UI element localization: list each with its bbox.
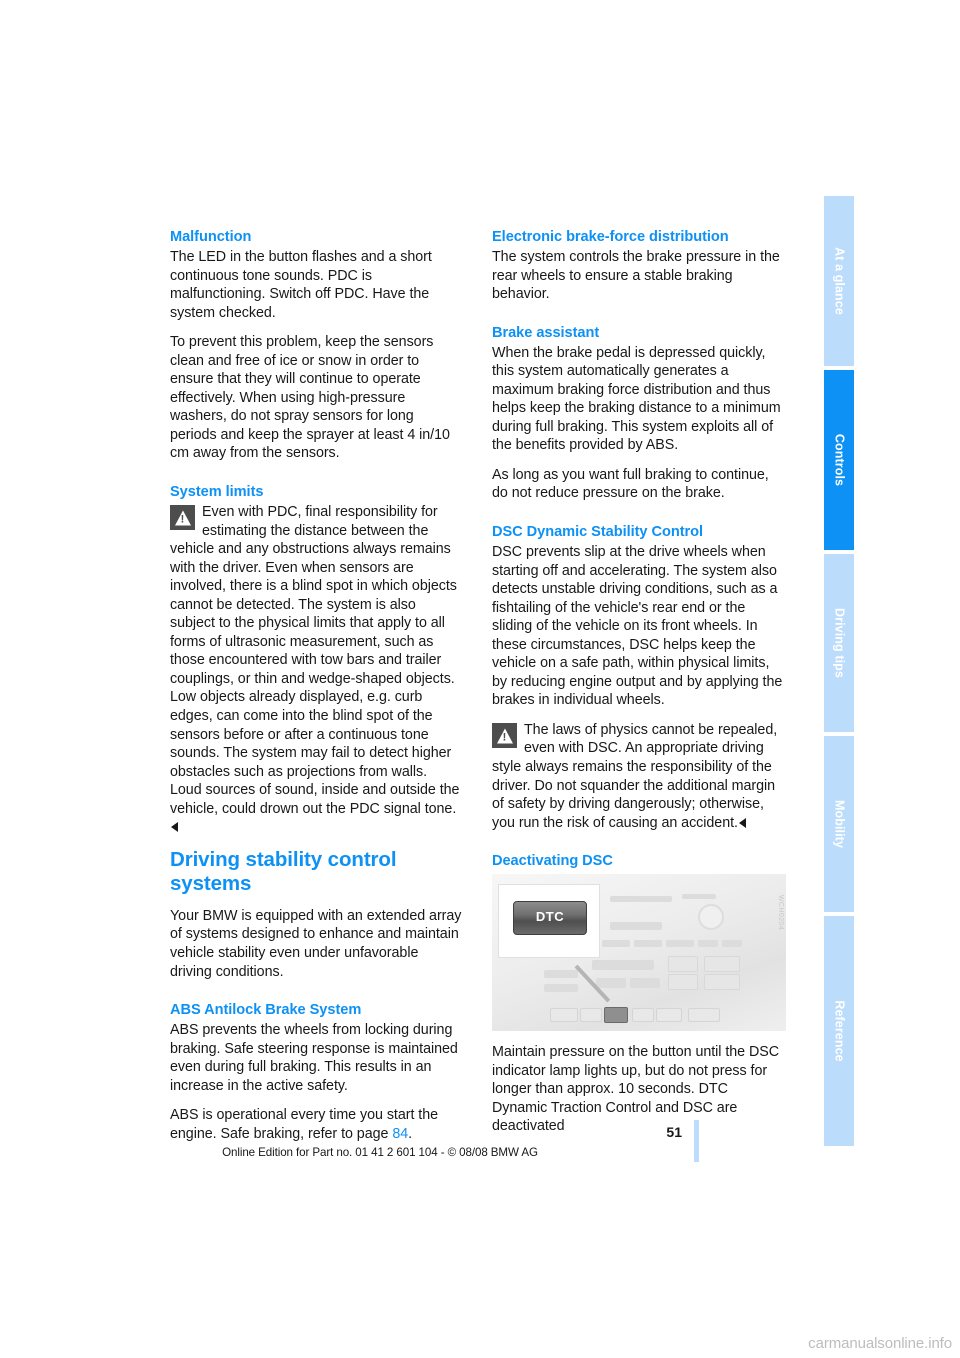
heading-system-limits: System limits xyxy=(170,484,264,501)
sidebar-tab-reference[interactable]: Reference xyxy=(824,916,854,1146)
figure-watermark: WCH0204 xyxy=(777,895,784,931)
paragraph-brake-assistant-2: As long as you want full braking to cont… xyxy=(492,466,769,502)
paragraph-ebd-1: The system controls the brake pressure i… xyxy=(492,249,780,303)
dash-detail xyxy=(610,896,672,903)
heading-dsc: DSC Dynamic Stability Control xyxy=(492,524,704,541)
dash-detail xyxy=(592,960,654,971)
end-of-warning-marker xyxy=(171,822,178,833)
dash-detail xyxy=(634,940,662,948)
dash-button xyxy=(688,1008,720,1023)
sidebar-section-tabs: At a glance Controls Driving tips Mobili… xyxy=(824,196,854,1146)
paragraph-dsc-1: DSC prevents slip at the drive wheels wh… xyxy=(492,544,783,709)
callout-box: DTC xyxy=(498,884,600,959)
dash-vent xyxy=(668,974,698,991)
warning-text-system-limits-2: Loud sources of sound, inside and outsid… xyxy=(170,781,464,837)
heading-malfunction: Malfunction xyxy=(170,229,252,245)
warning-block-dsc: ! The laws of physics cannot be repealed… xyxy=(492,721,786,832)
dash-detail xyxy=(722,940,742,948)
sidebar-tab-label: Reference xyxy=(832,1000,847,1062)
paragraph-malfunction-1: The LED in the button flashes and a shor… xyxy=(170,249,432,321)
paragraph-brake-assistant-1: When the brake pedal is depressed quickl… xyxy=(492,344,781,454)
paragraph-deactivating-dsc-1: Maintain pressure on the button until th… xyxy=(492,1044,780,1135)
heading-abs: ABS Antilock Brake System xyxy=(170,1002,362,1019)
heading-brake-assistant: Brake assistant xyxy=(492,324,600,341)
exclamation-glyph: ! xyxy=(502,731,507,744)
dash-button-dtc-highlighted xyxy=(604,1007,628,1024)
dash-detail xyxy=(602,940,630,948)
figure-dtc-button-location: DTC WCH0204 xyxy=(492,874,786,1032)
dash-detail xyxy=(630,978,660,989)
dash-vent xyxy=(668,956,698,973)
sidebar-tab-label: At a glance xyxy=(832,247,847,315)
warning-text-body: Loud sources of sound, inside and outsid… xyxy=(170,782,460,817)
page-number: 51 xyxy=(666,1124,682,1140)
warning-text-body: The laws of physics cannot be repealed, … xyxy=(492,721,778,831)
sidebar-tab-at-a-glance[interactable]: At a glance xyxy=(824,196,854,366)
dash-detail xyxy=(698,940,718,948)
content-column-right: Electronic brake-force distribution The … xyxy=(492,228,786,1147)
dash-detail xyxy=(610,922,662,931)
heading-driving-stability-control-systems: Driving stability control systems xyxy=(170,847,397,895)
dash-button xyxy=(550,1008,578,1023)
manual-page: At a glance Controls Driving tips Mobili… xyxy=(0,0,960,1358)
warning-block-system-limits: ! Even with PDC, final responsibility fo… xyxy=(170,503,464,837)
heading-deactivating-dsc: Deactivating DSC xyxy=(492,853,613,870)
sidebar-tab-mobility[interactable]: Mobility xyxy=(824,736,854,912)
sidebar-tab-label: Controls xyxy=(832,433,847,487)
warning-triangle-icon: ! xyxy=(170,505,195,531)
paragraph-malfunction-2: To prevent this problem, keep the sensor… xyxy=(170,334,450,462)
paragraph-abs-1: ABS prevents the wheels from locking dur… xyxy=(170,1022,458,1094)
heading-electronic-brake-force-distribution: Electronic brake-force distribution xyxy=(492,229,729,245)
sidebar-tab-driving-tips[interactable]: Driving tips xyxy=(824,554,854,732)
footer-edition-line: Online Edition for Part no. 01 41 2 601 … xyxy=(222,1146,538,1159)
dash-button xyxy=(580,1008,602,1023)
warning-triangle-icon: ! xyxy=(492,722,517,748)
paragraph-driving-stability-1: Your BMW is equipped with an extended ar… xyxy=(170,907,462,980)
dash-vent xyxy=(704,974,740,991)
dash-button xyxy=(656,1008,682,1023)
dash-detail xyxy=(544,984,578,993)
sidebar-tab-label: Driving tips xyxy=(832,608,847,678)
sidebar-tab-label: Mobility xyxy=(832,799,847,849)
end-of-warning-marker xyxy=(738,817,746,828)
exclamation-glyph: ! xyxy=(180,513,185,526)
dash-detail xyxy=(596,978,626,989)
content-column-left: Malfunction The LED in the button flashe… xyxy=(170,228,464,1154)
dash-vent xyxy=(704,956,740,973)
warning-text-system-limits: Even with PDC, final responsibility for … xyxy=(170,504,457,780)
site-watermark: carmanualsonline.info xyxy=(808,1335,952,1352)
sidebar-tab-controls[interactable]: Controls xyxy=(824,370,854,550)
dtc-button-label: DTC xyxy=(535,909,565,925)
dash-button xyxy=(632,1008,654,1023)
warning-text-dsc: The laws of physics cannot be repealed, … xyxy=(492,721,786,832)
dash-detail xyxy=(544,970,578,979)
dash-detail xyxy=(682,894,716,900)
dtc-button[interactable]: DTC xyxy=(513,901,587,936)
dash-detail xyxy=(666,940,694,948)
